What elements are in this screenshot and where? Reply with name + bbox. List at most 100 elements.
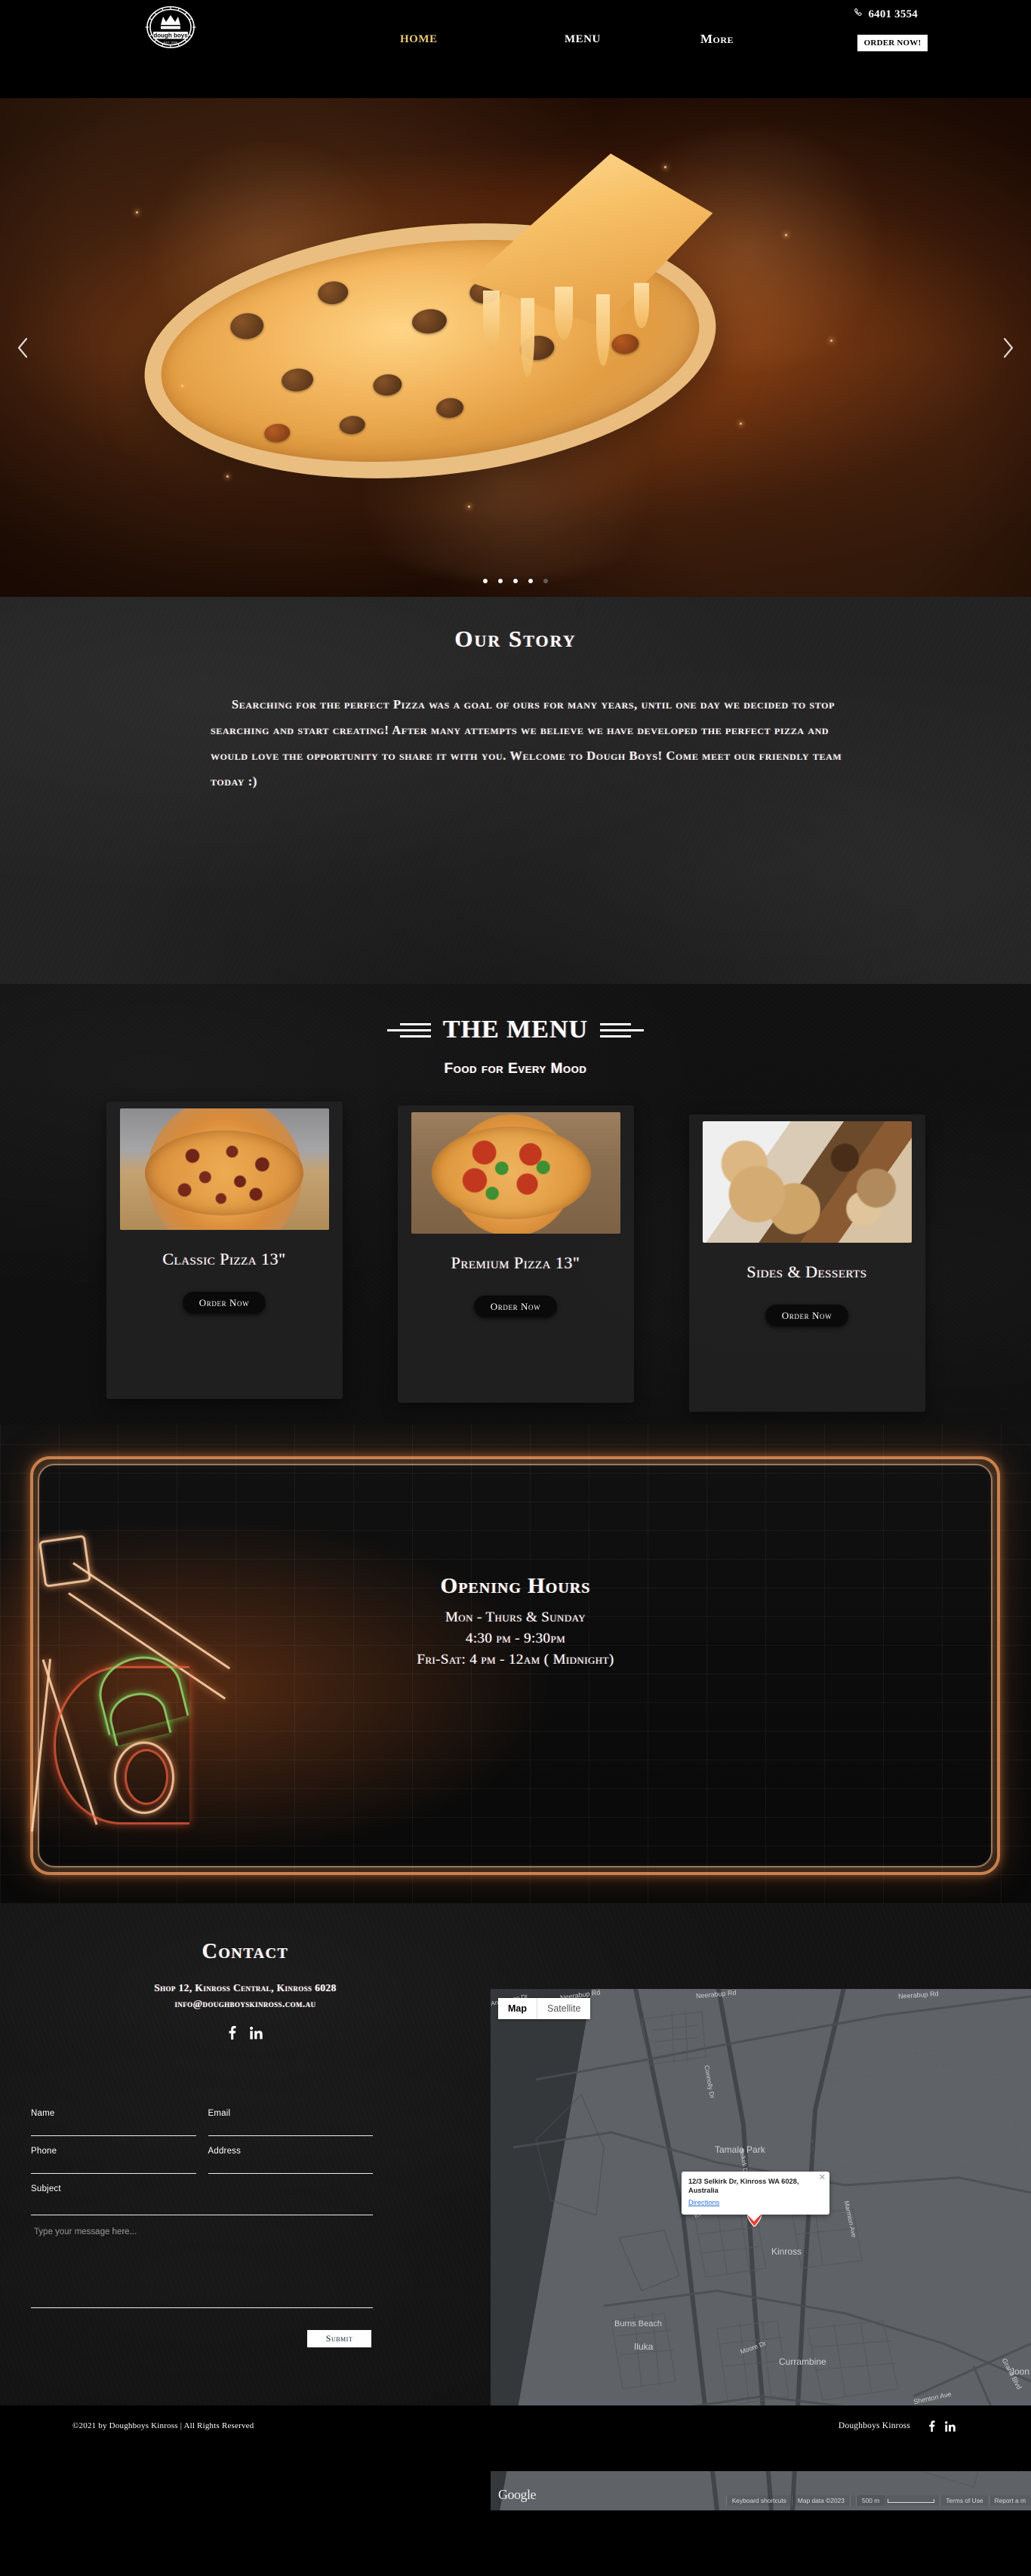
site-footer: ©2021 by Doughboys Kinross | All Rights … (0, 2405, 1031, 2471)
hero-pizza-image (0, 98, 1031, 597)
site-header: dough boys EST. 2020 HOME MENU More 6401… (0, 0, 1031, 98)
facebook-icon[interactable] (928, 2421, 935, 2432)
nav-item-home[interactable]: HOME (400, 33, 438, 46)
slider-next-button[interactable] (993, 333, 1023, 363)
map-info-window: ✕ 12/3 Selkirk Dr, Kinross WA 6028, Aust… (682, 2172, 829, 2221)
chevron-right-icon (1003, 337, 1014, 358)
linkedin-icon[interactable] (250, 2026, 263, 2040)
menu-card-title: Sides & Desserts (746, 1262, 867, 1281)
map-toggle-satellite[interactable]: Satellite (537, 1998, 590, 2019)
email-input[interactable] (208, 2125, 373, 2134)
form-row-subject: Subject (31, 2184, 373, 2215)
map-type-toggle: Map Satellite (498, 1998, 591, 2019)
address-input[interactable] (208, 2163, 373, 2172)
menu-card-sides-desserts[interactable]: Sides & Desserts Order Now (688, 1114, 925, 1412)
menu-heading: THE MENU (0, 1016, 1031, 1044)
opening-hours-section: Opening Hours Mon - Thurs & Sunday 4:30 … (0, 1425, 1031, 1904)
menu-subtitle: Food for Every Mood (444, 1061, 587, 1077)
svg-text:EST. 2020: EST. 2020 (164, 41, 178, 45)
sides-desserts-image (702, 1121, 912, 1243)
footer-copyright: ©2021 by Doughboys Kinross | All Rights … (72, 2421, 254, 2430)
phone-label: Phone (31, 2147, 57, 2156)
map-scale: 500 m (849, 2495, 940, 2506)
our-story-section: Our Story Searching for the perfect Pizz… (0, 597, 1031, 984)
phone-field-group: Phone (31, 2147, 196, 2174)
order-now-button[interactable]: ORDER NOW! (857, 35, 928, 51)
address-underline (208, 2173, 373, 2174)
linkedin-icon[interactable] (945, 2421, 956, 2432)
facebook-icon[interactable] (228, 2026, 236, 2040)
site-logo[interactable]: dough boys EST. 2020 (140, 5, 201, 50)
map-directions-link[interactable]: Directions (688, 2199, 719, 2206)
contact-address: Shop 12, Kinross Central, Kinross 6028 (154, 1982, 337, 1993)
slider-dot[interactable] (543, 579, 548, 583)
order-now-button-premium[interactable]: Order Now (474, 1296, 557, 1317)
phone-icon (853, 8, 863, 22)
order-now-button-sides[interactable]: Order Now (765, 1305, 848, 1326)
menu-card-classic-pizza[interactable]: Classic Pizza 13" Order Now (106, 1102, 343, 1399)
order-now-button-classic[interactable]: Order Now (183, 1292, 266, 1314)
hero-slider (0, 98, 1031, 597)
menu-cards: Classic Pizza 13" Order Now Premium Pizz… (0, 1102, 1031, 1412)
menu-card-premium-pizza[interactable]: Premium Pizza 13" Order Now (397, 1105, 634, 1403)
opening-hours-line-1: Mon - Thurs & Sunday (445, 1609, 586, 1625)
email-field-group: Email (208, 2109, 373, 2136)
nav-item-more[interactable]: More (700, 32, 734, 47)
menu-section: THE MENU Food for Every Mood Classic Piz… (0, 984, 1031, 1425)
email-label: Email (208, 2109, 231, 2118)
google-logo: Google (498, 2487, 537, 2502)
subject-field-group: Subject (31, 2184, 373, 2215)
menu-title: THE MENU (442, 1016, 589, 1044)
message-field-group: Type your message here... (31, 2227, 373, 2309)
slider-dot[interactable] (498, 579, 503, 583)
opening-hours-line-2: 4:30 pm - 9:30pm (465, 1631, 566, 1646)
message-textarea[interactable] (31, 2227, 373, 2309)
map-data-label: Map data ©2023 (791, 2495, 850, 2506)
heading-rule-left-icon (386, 1022, 431, 1037)
heading-rule-right-icon (600, 1022, 645, 1037)
address-label: Address (208, 2147, 242, 2156)
form-row-phone-address: Phone Address (31, 2147, 373, 2174)
svg-text:dough boys: dough boys (153, 32, 188, 39)
slider-dot[interactable] (528, 579, 533, 583)
name-input[interactable] (31, 2125, 196, 2134)
map-toggle-map[interactable]: Map (498, 1998, 537, 2019)
contact-title: Contact (202, 1940, 289, 1963)
submit-button[interactable]: Submit (307, 2330, 371, 2347)
nav-item-menu[interactable]: MENU (565, 33, 601, 46)
footer-brand-name: Doughboys Kinross (838, 2421, 910, 2430)
footer-social-links (928, 2421, 956, 2432)
header-phone[interactable]: 6401 3554 (853, 8, 918, 22)
menu-card-title: Classic Pizza 13" (162, 1250, 286, 1268)
chevron-left-icon (17, 337, 28, 358)
contact-form: Name Email Phone Address Subject Type yo… (31, 2109, 373, 2349)
our-story-title: Our Story (454, 626, 577, 652)
map-attribution-bar: Keyboard shortcuts Map data ©2023 500 m … (725, 2495, 1031, 2506)
our-story-body: Searching for the perfect Pizza was a go… (211, 697, 842, 788)
name-label: Name (31, 2109, 55, 2118)
submit-row: Submit (31, 2329, 373, 2349)
terms-of-use-link[interactable]: Terms of Use (940, 2495, 989, 2506)
close-icon[interactable]: ✕ (819, 2174, 826, 2182)
subject-label: Subject (31, 2184, 61, 2193)
classic-pizza-image (119, 1108, 329, 1230)
map-info-address: 12/3 Selkirk Dr, Kinross WA 6028, Austra… (688, 2178, 799, 2194)
premium-pizza-image (411, 1112, 620, 1234)
email-underline (208, 2135, 373, 2136)
phone-underline (31, 2173, 196, 2174)
phone-number: 6401 3554 (868, 8, 918, 20)
slider-dot[interactable] (513, 579, 518, 583)
subject-input[interactable] (31, 2204, 373, 2213)
name-field-group: Name (31, 2109, 196, 2136)
slider-prev-button[interactable] (8, 333, 38, 363)
opening-hours-text: Opening Hours Mon - Thurs & Sunday 4:30 … (0, 1574, 1031, 1668)
report-map-error-link[interactable]: Report a m (988, 2495, 1031, 2506)
contact-social-links (0, 2026, 491, 2040)
neon-pizza-slice-icon (30, 1523, 283, 1840)
keyboard-shortcuts-link[interactable]: Keyboard shortcuts (725, 2495, 792, 2506)
opening-hours-line-3: Fri-Sat: 4 pm - 12am ( Midnight) (417, 1652, 614, 1668)
opening-hours-title: Opening Hours (440, 1574, 591, 1598)
slider-dot[interactable] (483, 579, 488, 583)
phone-input[interactable] (31, 2163, 196, 2172)
form-row-name-email: Name Email (31, 2109, 373, 2136)
